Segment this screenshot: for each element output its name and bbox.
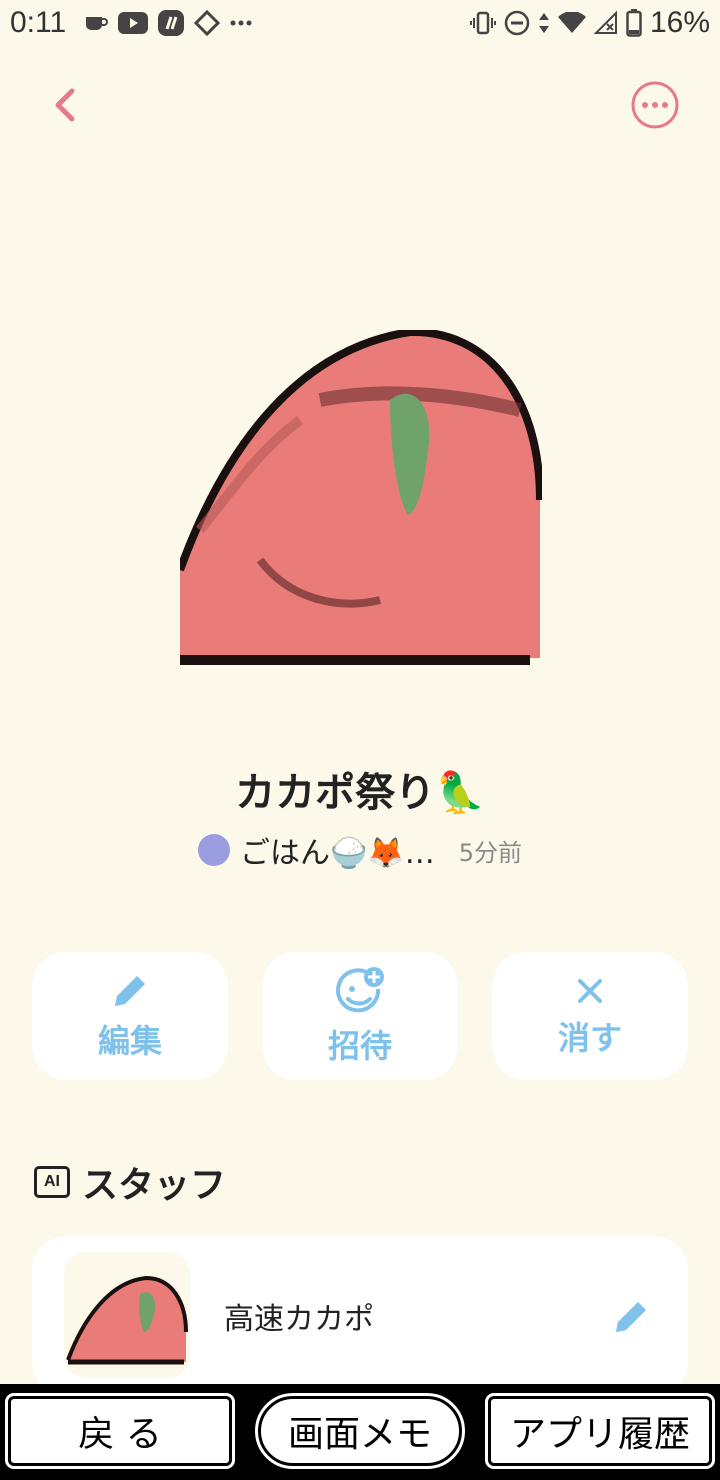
- status-time: 0:11: [10, 6, 67, 39]
- bottom-nav-bar: 戻 る 画面メモ アプリ履歴: [0, 1384, 720, 1480]
- action-buttons: 編集 招待 消す: [32, 952, 688, 1080]
- pencil-icon: [115, 976, 145, 1006]
- coffee-icon: [84, 13, 108, 33]
- author-name: ごはん🍚🦊…: [240, 836, 435, 871]
- battery-percentage: 16%: [649, 6, 710, 39]
- staff-name: 高速カカポ: [224, 1302, 374, 1337]
- edit-button[interactable]: 編集: [32, 952, 228, 1080]
- ellipsis-circle-icon: [631, 81, 679, 129]
- author-avatar: [198, 834, 230, 866]
- time-ago: 5分前: [458, 838, 522, 867]
- data-icon: [538, 11, 550, 35]
- edit-label: 編集: [97, 1022, 162, 1060]
- nav-back-button[interactable]: 戻 る: [5, 1393, 235, 1469]
- more-options-button[interactable]: [630, 80, 680, 130]
- nav-memo-button[interactable]: 画面メモ: [255, 1393, 465, 1469]
- invite-icon: [336, 967, 384, 1013]
- youtube-icon: [118, 12, 148, 34]
- nav-history-button[interactable]: アプリ履歴: [485, 1393, 715, 1469]
- pencil-icon: [616, 1302, 646, 1332]
- room-meta: ごはん🍚🦊… 5分前: [0, 828, 720, 872]
- vibrate-icon: [469, 11, 496, 35]
- ai-badge-icon: AI: [34, 1166, 70, 1198]
- room-title: カカポ祭り🦜: [235, 770, 485, 816]
- chevron-left-icon: [55, 88, 75, 122]
- staff-edit-button[interactable]: [610, 1296, 652, 1342]
- invite-label: 招待: [327, 1027, 392, 1065]
- notification-icons: [84, 10, 252, 36]
- app-icon: [158, 10, 184, 36]
- staff-section-title: AI スタッフ: [34, 1156, 226, 1208]
- back-button[interactable]: [40, 80, 90, 130]
- close-icon: [578, 979, 602, 1003]
- delete-label: 消す: [557, 1019, 622, 1057]
- no-signal-icon: [593, 11, 618, 35]
- room-image: [176, 327, 544, 668]
- delete-button[interactable]: 消す: [492, 952, 688, 1080]
- wifi-icon: [557, 12, 586, 34]
- more-icon: [230, 19, 252, 27]
- dnd-icon: [504, 10, 530, 36]
- diamond-icon: [194, 10, 220, 36]
- invite-button[interactable]: 招待: [262, 952, 458, 1080]
- status-bar: 0:11 16%: [0, 0, 720, 50]
- staff-avatar: [64, 1252, 190, 1378]
- staff-card[interactable]: 高速カカポ: [32, 1236, 688, 1396]
- staff-heading: スタッフ: [82, 1165, 227, 1206]
- battery-icon: [626, 9, 642, 37]
